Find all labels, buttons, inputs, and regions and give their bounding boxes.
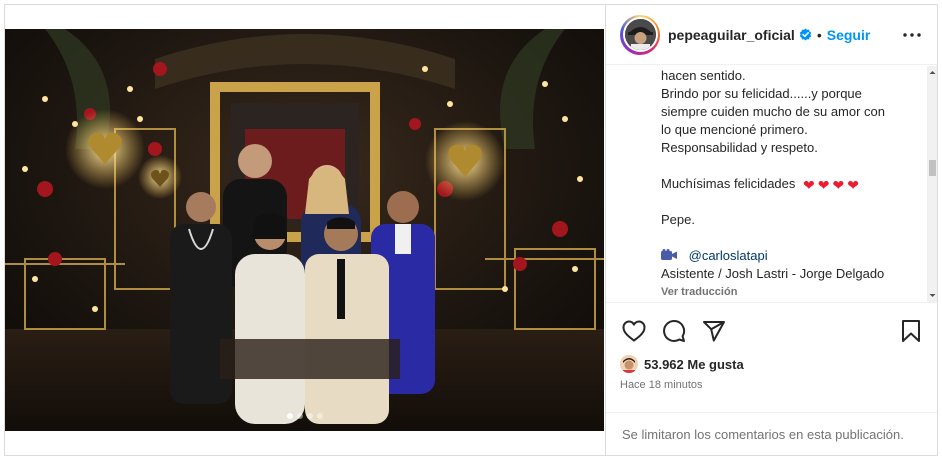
caption-line: Brindo por su felicidad......y porque — [661, 86, 862, 101]
post-header: pepeaguilar_oficial • Seguir — [606, 5, 937, 65]
likes-summary: 53.962 Me gusta — [620, 355, 925, 373]
caption-line: lo que mencioné primero. — [661, 122, 808, 137]
post-timestamp[interactable]: Hace 18 minutos — [620, 379, 925, 391]
red-heart-icon: ❤ — [817, 176, 830, 193]
red-heart-icon: ❤ — [832, 176, 845, 193]
action-icon-row — [620, 317, 925, 345]
post-photo[interactable] — [5, 29, 604, 431]
caption-text-block: hacen sentido. Brindo por su felicidad..… — [661, 67, 917, 157]
bookmark-icon[interactable] — [897, 317, 925, 345]
heart-icon[interactable] — [620, 317, 648, 345]
post-actions: 53.962 Me gusta Hace 18 minutos — [606, 302, 937, 391]
likes-count[interactable]: 53.962 Me gusta — [644, 357, 744, 372]
hearts-emoji: ❤ ❤ ❤ ❤ — [803, 178, 859, 192]
caption-signoff: Pepe. — [661, 212, 695, 227]
video-camera-icon — [661, 248, 677, 260]
profile-avatar[interactable] — [620, 14, 660, 55]
comments-limited-notice: Se limitaron los comentarios en esta pub… — [606, 412, 937, 455]
carousel-dot[interactable] — [296, 413, 303, 419]
post-sidebar: pepeaguilar_oficial • Seguir hacen senti… — [605, 5, 937, 455]
share-icon[interactable] — [700, 317, 728, 345]
verified-badge-icon — [799, 28, 812, 41]
carousel-dot[interactable] — [286, 413, 293, 419]
felicidades-text: Muchísimas felicidades — [661, 176, 796, 191]
wedding-group-photo — [5, 29, 604, 431]
header-separator: • — [816, 26, 822, 43]
caption-credits: Asistente / Josh Lastri - Jorge Delgado — [661, 266, 885, 281]
caption-line: hacen sentido. — [661, 68, 746, 83]
carousel-indicator[interactable] — [5, 413, 604, 419]
carousel-dot[interactable] — [316, 413, 323, 419]
red-heart-icon: ❤ — [847, 176, 859, 193]
instagram-post-embed: pepeaguilar_oficial • Seguir hacen senti… — [4, 4, 938, 456]
caption-felicidades-line: Muchísimas felicidades ❤ ❤ ❤ ❤ — [661, 175, 917, 193]
liker-avatar[interactable] — [620, 355, 638, 373]
follow-button[interactable]: Seguir — [827, 27, 871, 43]
caption-scrollbar[interactable] — [927, 66, 937, 302]
caption-credit-line: @carloslatapi — [661, 247, 917, 265]
username-link[interactable]: pepeaguilar_oficial — [668, 27, 795, 43]
carousel-dot[interactable] — [306, 413, 313, 419]
mention-link[interactable]: @carloslatapi — [689, 248, 768, 263]
scrollbar-thumb[interactable] — [929, 160, 936, 176]
caption-line: siempre cuiden mucho de su amor con — [661, 104, 886, 119]
see-translation-link[interactable]: Ver traducción — [661, 283, 917, 301]
comment-icon[interactable] — [660, 317, 688, 345]
more-options-icon[interactable] — [900, 23, 924, 47]
post-caption: hacen sentido. Brindo por su felicidad..… — [606, 66, 937, 302]
caption-line: Responsabilidad y respeto. — [661, 140, 818, 155]
red-heart-icon: ❤ — [803, 176, 815, 193]
